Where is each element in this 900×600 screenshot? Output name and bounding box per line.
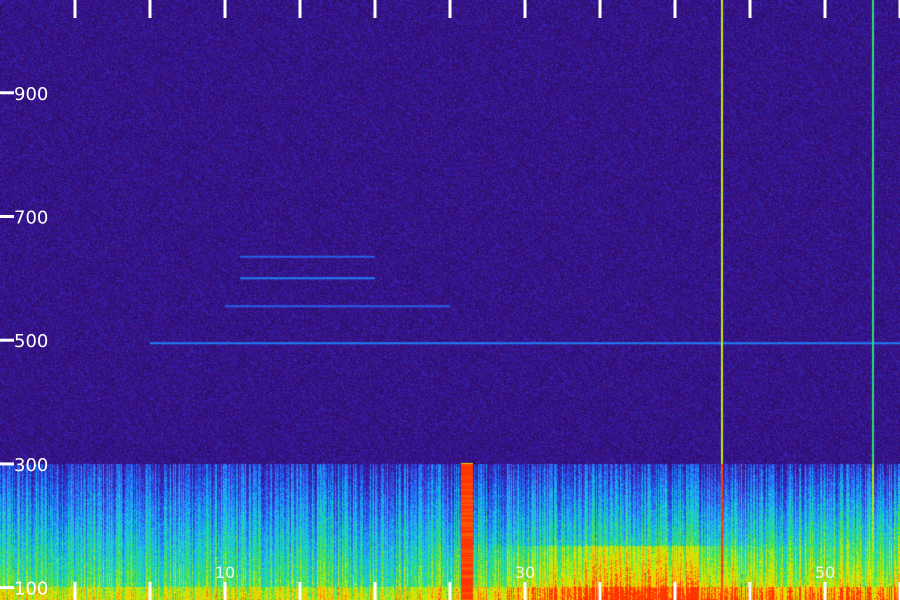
y-tick-label: 900	[14, 84, 48, 105]
y-tick-label: 700	[14, 207, 48, 228]
x-tick-label: 10	[215, 563, 235, 582]
spectrogram-chart: 10 30 50 100 300 500 700 900	[0, 0, 900, 600]
y-tick-label: 100	[14, 579, 48, 600]
x-tick-label: 30	[515, 563, 535, 582]
y-tick-label: 300	[14, 455, 48, 476]
x-tick-label: 50	[815, 563, 835, 582]
y-tick-label: 500	[14, 331, 48, 352]
heatmap-image	[0, 0, 900, 600]
